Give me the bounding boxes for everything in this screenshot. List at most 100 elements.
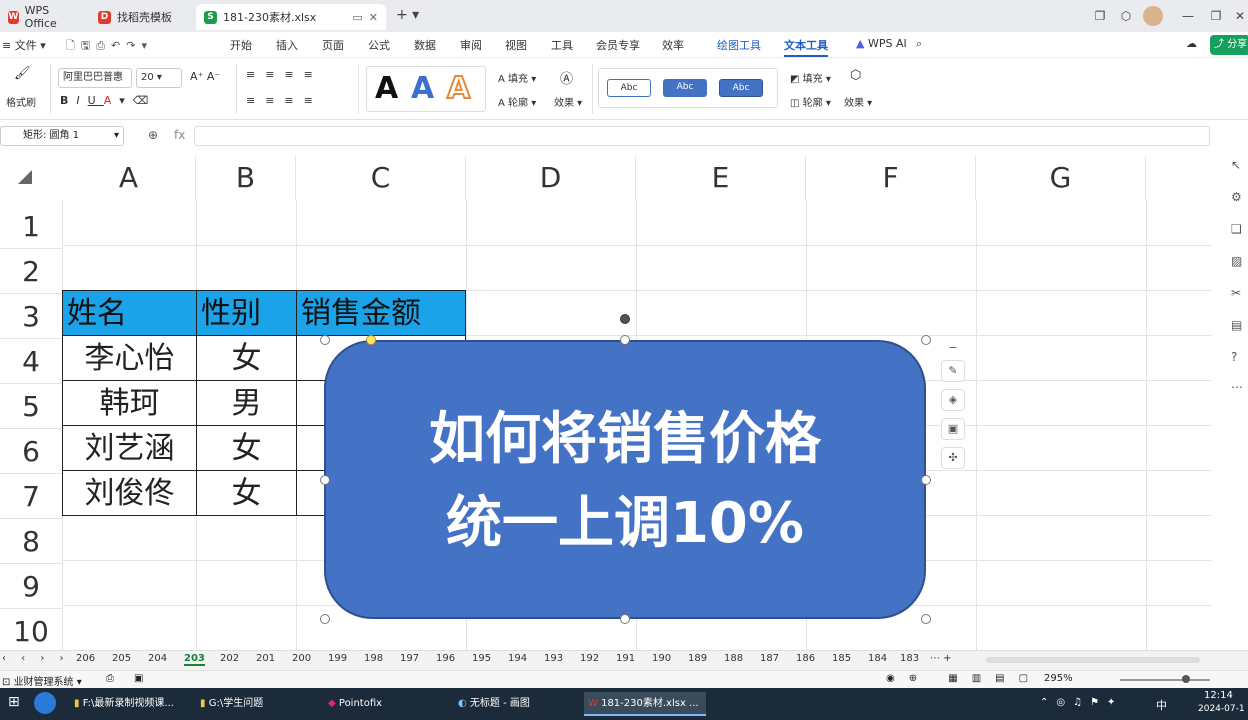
task-pointofix[interactable]: ◆ Pointofix	[324, 692, 442, 716]
menu-member[interactable]: 会员专享	[596, 37, 640, 53]
shape-style-outline[interactable]: Abc	[607, 79, 651, 97]
horizontal-scrollbar[interactable]	[986, 657, 1200, 663]
cube-icon[interactable]: ⬡	[1116, 6, 1136, 26]
tab-template[interactable]: D 找稻壳模板	[90, 4, 194, 30]
shape-effects-button[interactable]: 效果 ▾	[844, 94, 872, 109]
more-icon[interactable]: ⋯	[1231, 380, 1243, 394]
avatar[interactable]	[1143, 6, 1163, 26]
resize-handle-ne[interactable]	[921, 335, 931, 345]
shape-style-gallery[interactable]: Abc Abc Abc	[598, 68, 778, 108]
fill-bucket-icon[interactable]: ◈	[941, 389, 965, 411]
close-icon[interactable]: ✕	[369, 11, 378, 24]
text-style-gallery[interactable]: A A A	[366, 66, 486, 112]
cell-a6[interactable]: 刘艺涵	[62, 425, 197, 471]
sheet-tab[interactable]: 187	[760, 653, 779, 664]
menu-tools[interactable]: 工具	[551, 37, 573, 53]
search-icon[interactable]: ⌕	[916, 37, 922, 51]
menu-home[interactable]: 开始	[230, 37, 252, 53]
text-style-orange[interactable]: A	[446, 70, 471, 107]
header-cell-sales[interactable]: 销售金额	[296, 290, 466, 336]
menu-text-tools[interactable]: 文本工具	[784, 37, 828, 57]
tab-workbook[interactable]: S 181-230素材.xlsx ▭ ✕	[196, 4, 386, 30]
new-tab-button[interactable]: + ▾	[396, 7, 419, 23]
cell-b7[interactable]: 女	[196, 470, 297, 516]
resize-handle-nw[interactable]	[320, 335, 330, 345]
row-header-2[interactable]: 2	[0, 249, 62, 294]
task-folder-1[interactable]: ▮ F:\最新录制视频课...	[70, 692, 188, 716]
header-cell-name[interactable]: 姓名	[62, 290, 197, 336]
system-tray-icons[interactable]: ⌃◎♫⚑✦	[1040, 697, 1123, 708]
cell-a7[interactable]: 刘俊佟	[62, 470, 197, 516]
text-style-black[interactable]: A	[375, 71, 398, 106]
sheet-tab[interactable]: 199	[328, 653, 347, 664]
select-all-icon[interactable]	[18, 170, 32, 184]
fx-icon[interactable]: fx	[174, 128, 185, 142]
browser-icon[interactable]	[34, 692, 56, 714]
menu-drawing-tools[interactable]: 绘图工具	[717, 37, 761, 53]
sheet-tab[interactable]: 193	[544, 653, 563, 664]
image-icon[interactable]: ▨	[1231, 254, 1242, 268]
sheet-tab[interactable]: 197	[400, 653, 419, 664]
column-header-a[interactable]: A	[62, 156, 196, 200]
row-header-4[interactable]: 4	[0, 339, 62, 384]
font-size-select[interactable]: 20 ▾	[136, 68, 182, 88]
column-header-d[interactable]: D	[466, 156, 636, 200]
text-outline-button[interactable]: A 轮廓 ▾	[498, 94, 536, 109]
task-wps[interactable]: W 181-230素材.xlsx ...	[584, 692, 706, 716]
row-header-9[interactable]: 9	[0, 564, 62, 609]
row-header-1[interactable]: 1	[0, 204, 62, 249]
pointer-icon[interactable]: ↖	[1231, 158, 1241, 172]
menu-data[interactable]: 数据	[414, 37, 436, 53]
sheet-tab[interactable]: 186	[796, 653, 815, 664]
shape-title-line2[interactable]: 统一上调10%	[326, 478, 924, 559]
menu-view[interactable]: 视图	[505, 37, 527, 53]
shape-outline-button[interactable]: ◫ 轮廓 ▾	[790, 94, 831, 109]
sheet-tab[interactable]: 189	[688, 653, 707, 664]
text-effects-button[interactable]: 效果 ▾	[554, 94, 582, 109]
zoom-slider[interactable]	[1120, 679, 1210, 681]
column-header-b[interactable]: B	[196, 156, 296, 200]
zoom-level[interactable]: 295%	[1044, 673, 1073, 684]
resize-handle-w[interactable]	[320, 475, 330, 485]
clock-time[interactable]: 12:14	[1204, 690, 1233, 701]
sheet-tab-active[interactable]: 203	[184, 653, 205, 666]
formula-input[interactable]	[194, 126, 1210, 146]
quick-access-icons[interactable]: 🗋🖫⎙↶↷▾	[66, 37, 153, 56]
shape-style-fill[interactable]: Abc	[663, 79, 707, 97]
cell-b4[interactable]: 女	[196, 335, 297, 381]
sheet-nav-icons[interactable]: ‹ ‹ › ›	[2, 653, 70, 664]
menu-review[interactable]: 审阅	[460, 37, 482, 53]
menu-page[interactable]: 页面	[322, 37, 344, 53]
font-style-icons[interactable]: BIUA▾⌫	[60, 94, 156, 107]
menu-insert[interactable]: 插入	[276, 37, 298, 53]
rounded-rectangle-shape[interactable]: 如何将销售价格 统一上调10%	[324, 340, 926, 619]
layout-icon[interactable]: ▣	[941, 418, 965, 440]
header-cell-gender[interactable]: 性别	[196, 290, 297, 336]
copy-icon[interactable]: ❏	[1231, 222, 1242, 236]
clock-date[interactable]: 2024-07-1	[1198, 704, 1245, 714]
book-icon[interactable]: ▤	[1231, 318, 1242, 332]
menu-formula[interactable]: 公式	[368, 37, 390, 53]
row-header-5[interactable]: 5	[0, 384, 62, 429]
sheet-tab[interactable]: 190	[652, 653, 671, 664]
format-painter-icon[interactable]: 🖌	[14, 66, 31, 81]
sheet-tab[interactable]: 204	[148, 653, 167, 664]
shape-fill-button[interactable]: ◩ 填充 ▾	[790, 70, 831, 85]
font-grow-icon[interactable]: A⁺ A⁻	[190, 70, 220, 83]
resize-handle-sw[interactable]	[320, 614, 330, 624]
maximize-icon[interactable]: ❐	[1206, 6, 1226, 26]
window-restore-icon[interactable]: ❐	[1090, 6, 1110, 26]
cloud-icon[interactable]: ☁	[1186, 37, 1197, 50]
adjust-icon[interactable]: ⚙	[1231, 190, 1242, 204]
sheet-tab[interactable]: 185	[832, 653, 851, 664]
pen-icon[interactable]: ✎	[941, 360, 965, 382]
resize-handle-s[interactable]	[620, 614, 630, 624]
align-top-icons[interactable]: ≡≡≡≡	[246, 68, 323, 81]
share-button[interactable]: ⤴ 分享	[1210, 35, 1248, 55]
ime-indicator[interactable]: 中	[1156, 697, 1167, 713]
shape-title-line1[interactable]: 如何将销售价格	[326, 394, 924, 475]
sheet-tab[interactable]: 183	[900, 653, 919, 664]
menu-file[interactable]: ≡ 文件 ▾	[2, 37, 46, 53]
collapse-icon[interactable]: −	[941, 338, 965, 360]
minimize-icon[interactable]: —	[1178, 6, 1198, 26]
